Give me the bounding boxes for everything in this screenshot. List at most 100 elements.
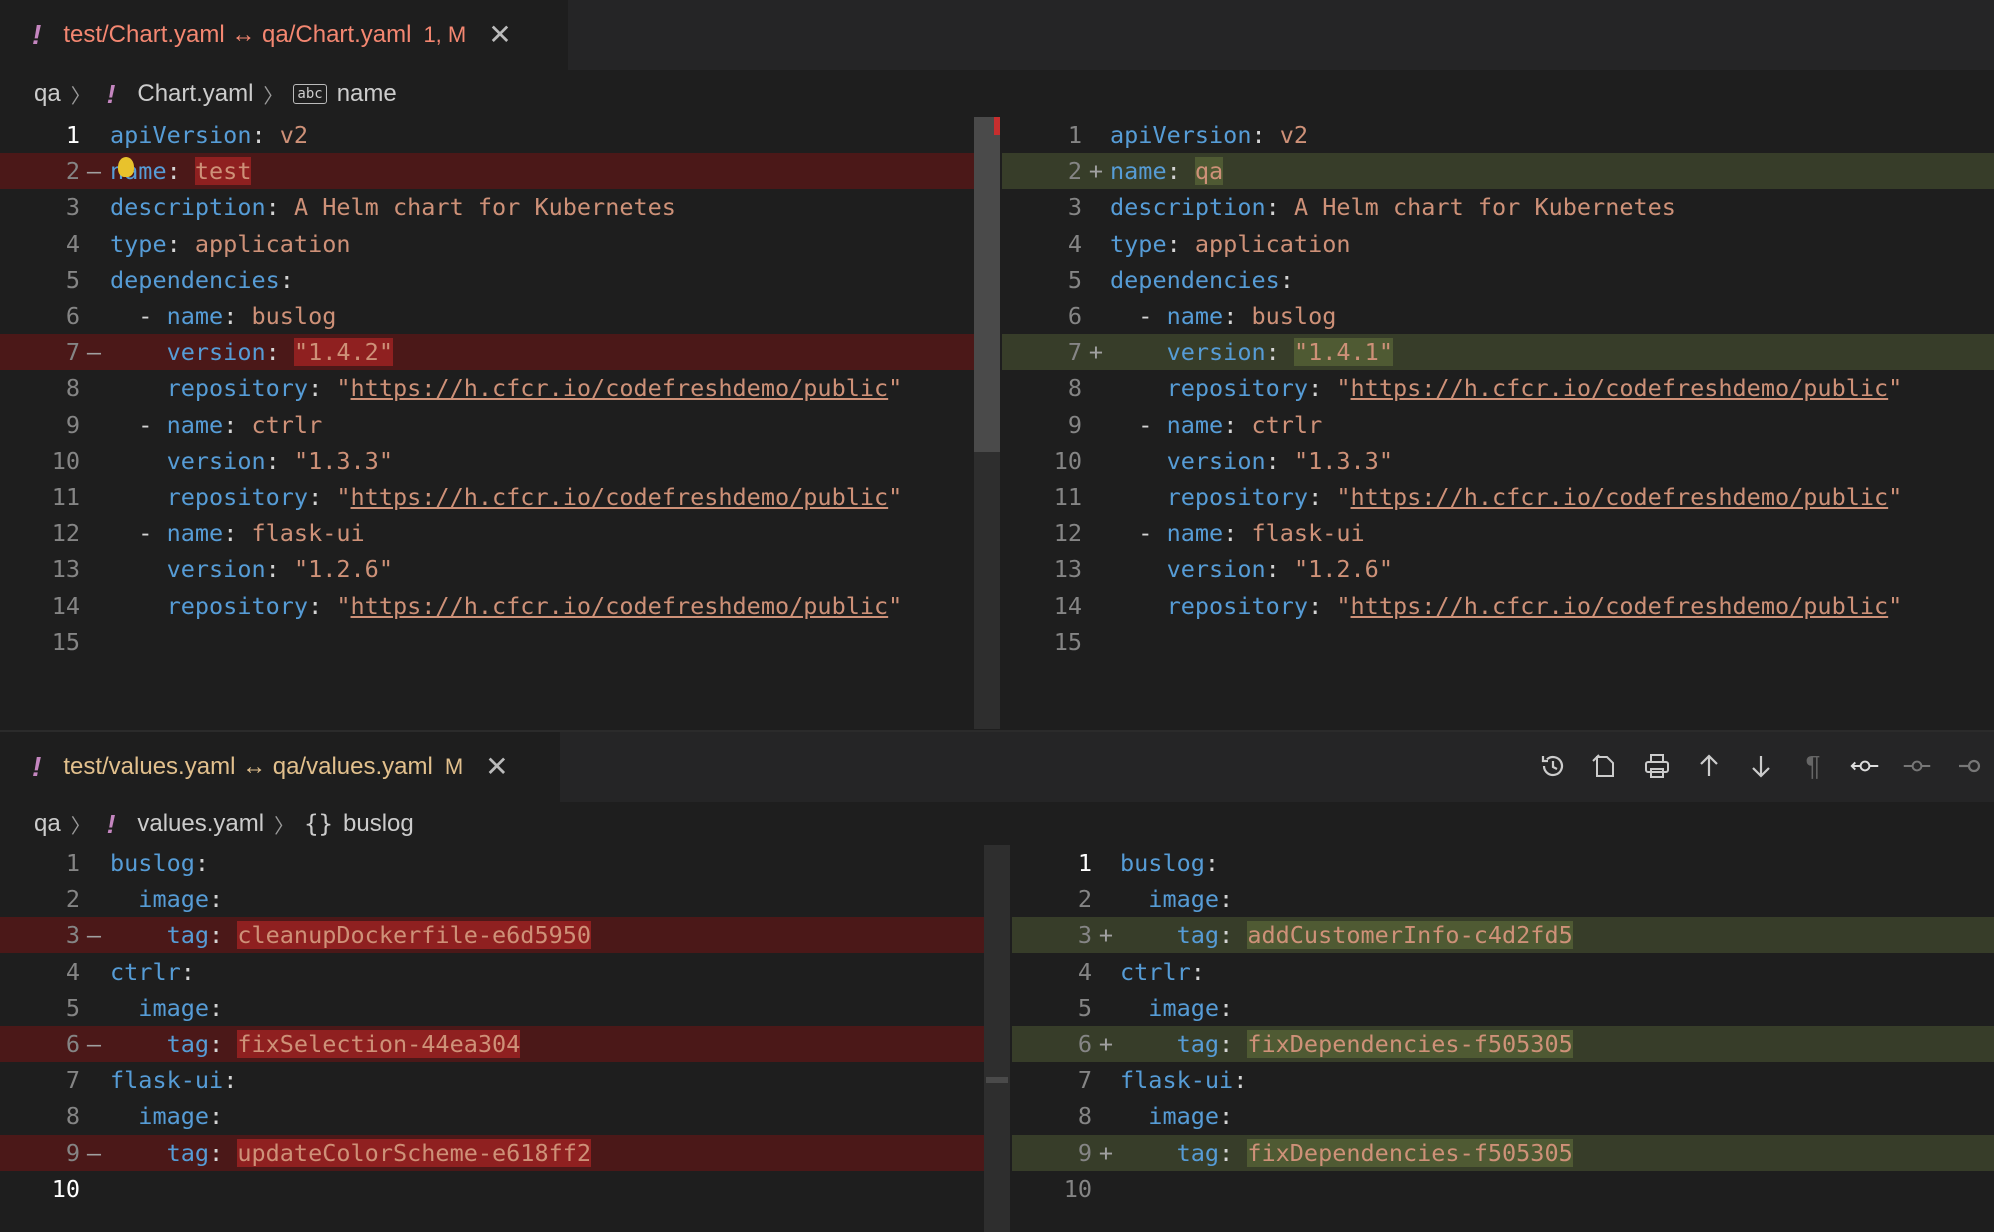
code-line[interactable]: 3 description: A Helm chart for Kubernete… xyxy=(1002,189,1994,225)
diff-modified-pane[interactable]: 1 apiVersion: v2 2 + name: qa 3 description: A… xyxy=(1002,117,1994,729)
code-line[interactable]: 3 description: A Helm chart for Kubernete… xyxy=(0,189,1000,225)
code-line[interactable]: 15 xyxy=(1002,624,1994,660)
code-line[interactable]: 1 apiVersion: v2 xyxy=(0,117,1000,153)
code-line[interactable]: 9— tag: updateColorScheme-e618ff2 xyxy=(0,1134,1010,1171)
breadcrumb-folder[interactable]: qa xyxy=(34,80,61,108)
lightbulb-icon[interactable] xyxy=(118,157,134,177)
code-line[interactable]: 12 - name: flask-ui xyxy=(1002,515,1994,551)
line-number: 3 xyxy=(65,193,80,222)
breadcrumb-symbol[interactable]: name xyxy=(337,80,397,108)
line-number: 8 xyxy=(1077,1102,1092,1131)
scrollbar-thumb[interactable] xyxy=(974,117,1000,452)
code-line[interactable]: 10 xyxy=(0,1171,1010,1207)
breadcrumb-symbol[interactable]: buslog xyxy=(343,810,414,838)
code-line[interactable]: 8 image: xyxy=(0,1098,1010,1134)
line-number: 14 xyxy=(1053,591,1082,620)
scrollbar[interactable] xyxy=(984,845,1010,1232)
code-line[interactable]: 7— version: "1.4.2" xyxy=(0,334,1000,371)
code-line[interactable]: 1 buslog: xyxy=(0,845,1010,881)
code-line[interactable]: 11 repository: "https://h.cfcr.io/codefr… xyxy=(1002,479,1994,515)
arrow-down-icon[interactable] xyxy=(1746,751,1776,781)
code-line[interactable]: 2 + name: qa xyxy=(1002,153,1994,190)
code-line[interactable]: 10 version: "1.3.3" xyxy=(1002,443,1994,479)
line-number: 7 xyxy=(65,338,80,367)
code-line[interactable]: 9 - name: ctrlr xyxy=(1002,407,1994,443)
line-number: 3 xyxy=(1077,921,1092,950)
line-number: 9 xyxy=(65,1138,80,1167)
code-line[interactable]: 5 dependencies: xyxy=(1002,262,1994,298)
print-icon[interactable] xyxy=(1642,751,1672,781)
line-number: 4 xyxy=(1067,229,1082,258)
close-icon[interactable]: ✕ xyxy=(485,753,508,781)
code-line[interactable]: 3— tag: cleanupDockerfile-e6d5950 xyxy=(0,917,1010,954)
code-line[interactable]: 6 - name: buslog xyxy=(1002,298,1994,334)
tab-values-diff[interactable]: ! test/values.yaml ↔ qa/values.yaml M ✕ xyxy=(0,732,560,802)
code-line[interactable]: 2— name: test xyxy=(0,153,1000,190)
code-text: tag: fixDependencies-f505305 xyxy=(1176,1138,1573,1167)
code-line[interactable]: 8 repository: "https://h.cfcr.io/codefre… xyxy=(1002,370,1994,406)
tab-badge: M xyxy=(444,754,464,779)
code-text: ctrlr: xyxy=(1120,957,1205,986)
git-compare-icon[interactable] xyxy=(1850,751,1880,781)
history-icon[interactable] xyxy=(1538,751,1568,781)
open-file-icon[interactable] xyxy=(1590,751,1620,781)
code-text: type: application xyxy=(110,229,351,258)
code-line[interactable]: 4 type: application xyxy=(1002,226,1994,262)
code-line[interactable]: 7 + version: "1.4.1" xyxy=(1002,334,1994,371)
code-text: image: xyxy=(138,1102,224,1131)
git-commit-icon[interactable] xyxy=(1954,751,1984,781)
diff-overview-marker xyxy=(994,117,1000,135)
code-line[interactable]: 15 xyxy=(0,624,1000,660)
code-text: buslog: xyxy=(1120,849,1220,877)
code-line[interactable]: 14 repository: "https://h.cfcr.io/codefr… xyxy=(0,588,1000,624)
line-number: 12 xyxy=(51,519,80,548)
code-line[interactable]: 3 + tag: addCustomerInfo-c4d2fd5 xyxy=(1012,917,1994,954)
code-line[interactable]: 7 flask-ui: xyxy=(1012,1062,1994,1098)
code-line[interactable]: 8 image: xyxy=(1012,1098,1994,1134)
code-line[interactable]: 5 image: xyxy=(0,990,1010,1026)
code-line[interactable]: 9 + tag: fixDependencies-f505305 xyxy=(1012,1134,1994,1171)
breadcrumb-file[interactable]: values.yaml xyxy=(137,810,264,838)
code-text: - name: ctrlr xyxy=(1138,410,1323,439)
code-line[interactable]: 4 type: application xyxy=(0,226,1000,262)
scrollbar[interactable] xyxy=(974,117,1000,729)
diff-original-pane[interactable]: 1 apiVersion: v2 2— name: test 3 description:… xyxy=(0,117,1000,729)
code-line[interactable]: 14 repository: "https://h.cfcr.io/codefr… xyxy=(1002,588,1994,624)
code-line[interactable]: 8 repository: "https://h.cfcr.io/codefre… xyxy=(0,370,1000,406)
code-line[interactable]: 6 - name: buslog xyxy=(0,298,1000,334)
code-line[interactable]: 1 apiVersion: v2 xyxy=(1002,117,1994,153)
code-line[interactable]: 2 image: xyxy=(1012,881,1994,917)
added-line-marker: + xyxy=(1098,1030,1114,1058)
code-line[interactable]: 10 version: "1.3.3" xyxy=(0,443,1000,479)
line-number: 15 xyxy=(1053,627,1082,656)
tab-chart-diff[interactable]: ! test/Chart.yaml ↔ qa/Chart.yaml 1, M ✕ xyxy=(0,0,568,70)
arrow-up-icon[interactable] xyxy=(1694,751,1724,781)
code-line[interactable]: 4 ctrlr: xyxy=(1012,954,1994,990)
code-line[interactable]: 13 version: "1.2.6" xyxy=(0,551,1000,587)
code-line[interactable]: 6 + tag: fixDependencies-f505305 xyxy=(1012,1026,1994,1062)
code-line[interactable]: 4 ctrlr: xyxy=(0,954,1010,990)
diff-modified-pane[interactable]: 1 buslog: 2 image: 3 + tag: addCustomerInfo-… xyxy=(1012,845,1994,1232)
code-line[interactable]: 2 image: xyxy=(0,881,1010,917)
line-number: 1 xyxy=(65,849,80,877)
breadcrumb-file[interactable]: Chart.yaml xyxy=(137,80,253,108)
line-number: 6 xyxy=(65,302,80,330)
code-line[interactable]: 12 - name: flask-ui xyxy=(0,515,1000,551)
code-line[interactable]: 1 buslog: xyxy=(1012,845,1994,881)
scrollbar-thumb[interactable] xyxy=(986,1077,1008,1083)
code-text: - name: buslog xyxy=(138,302,337,330)
close-icon[interactable]: ✕ xyxy=(488,21,511,49)
code-line[interactable]: 5 dependencies: xyxy=(0,262,1000,298)
code-line[interactable]: 10 xyxy=(1012,1171,1994,1207)
code-line[interactable]: 13 version: "1.2.6" xyxy=(1002,551,1994,587)
code-line[interactable]: 11 repository: "https://h.cfcr.io/codefr… xyxy=(0,479,1000,515)
diff-original-pane[interactable]: 1 buslog: 2 image: 3— tag: cleanupDockerfil… xyxy=(0,845,1010,1232)
pilcrow-icon[interactable]: ¶ xyxy=(1798,750,1828,781)
breadcrumb-folder[interactable]: qa xyxy=(34,810,61,838)
code-line[interactable]: 5 image: xyxy=(1012,990,1994,1026)
code-line[interactable]: 7 flask-ui: xyxy=(0,1062,1010,1098)
git-commit-icon[interactable] xyxy=(1902,751,1932,781)
line-number: 13 xyxy=(51,555,80,584)
code-line[interactable]: 6— tag: fixSelection-44ea304 xyxy=(0,1026,1010,1062)
code-line[interactable]: 9 - name: ctrlr xyxy=(0,407,1000,443)
